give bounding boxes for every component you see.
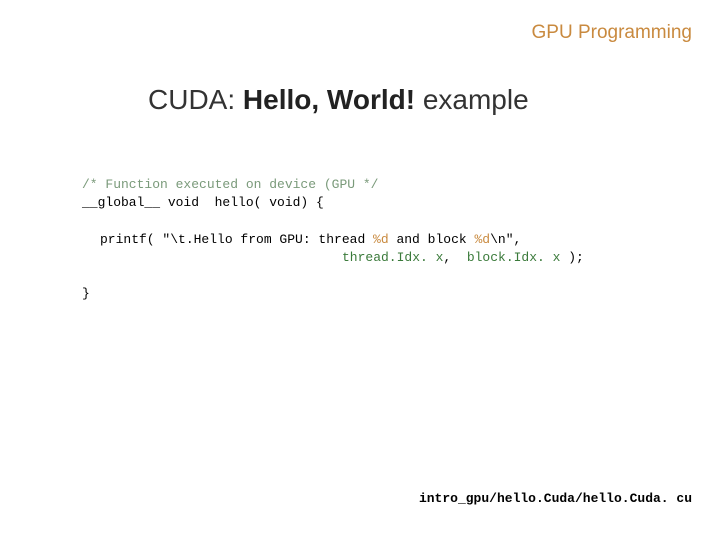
title-bold: Hello, World!: [243, 84, 415, 115]
code-blank2: [82, 267, 692, 285]
code-close-brace: }: [82, 285, 692, 303]
footer-path: intro_gpu/hello.Cuda/hello.Cuda. cu: [419, 491, 692, 506]
code-printf: printf( "\t.Hello from GPU: thread %d an…: [82, 231, 692, 249]
title-part2: example: [415, 84, 529, 115]
slide-header: GPU Programming: [532, 22, 693, 44]
header-text: GPU Programming: [532, 22, 693, 43]
title-part1: CUDA:: [148, 84, 243, 115]
code-printf-args: thread.Idx. x, block.Idx. x );: [82, 249, 692, 267]
slide-footer: intro_gpu/hello.Cuda/hello.Cuda. cu: [419, 491, 692, 506]
code-block: /* Function executed on device (GPU */ _…: [82, 176, 692, 303]
code-blank: [82, 212, 692, 230]
slide-title: CUDA: Hello, World! example: [148, 84, 529, 116]
code-comment: /* Function executed on device (GPU */: [82, 176, 692, 194]
code-function-decl: __global__ void hello( void) {: [82, 194, 692, 212]
